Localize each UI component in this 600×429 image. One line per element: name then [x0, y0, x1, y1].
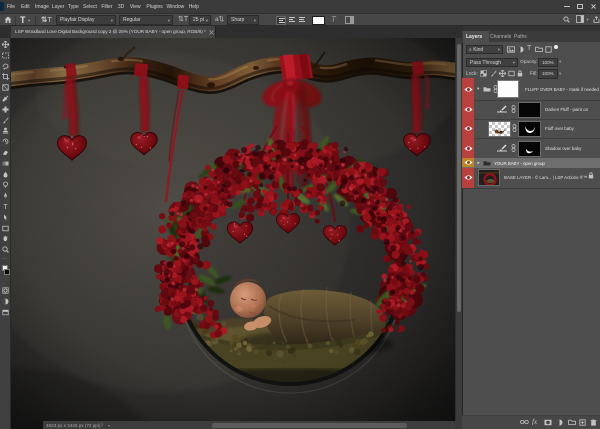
svg-text:fx: fx: [532, 418, 538, 425]
svg-text:T: T: [3, 204, 8, 210]
